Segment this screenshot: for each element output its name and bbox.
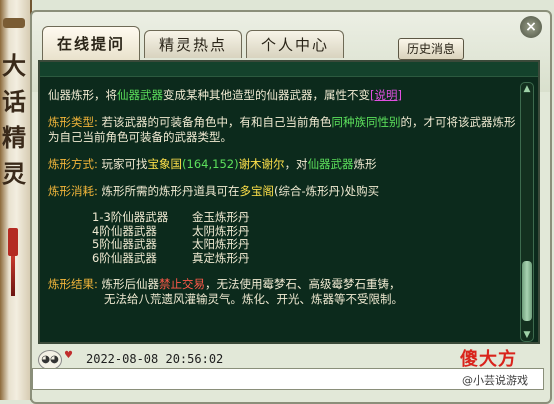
chat-header-strip	[40, 62, 538, 77]
method-text-2: ，对	[284, 157, 308, 171]
method-text: 玩家可找	[101, 157, 148, 171]
method-location-link[interactable]: 宝象国	[148, 157, 183, 171]
consume-shop-link[interactable]: 多宝阁	[240, 184, 275, 198]
scroll-rod-top	[3, 18, 25, 28]
scroll-down-icon[interactable]: ▼	[522, 330, 532, 340]
chat-scrollbar[interactable]: ▲ ▼	[520, 82, 534, 342]
tassel-string	[11, 256, 15, 296]
item-cell: 金玉炼形丹	[192, 210, 250, 224]
answer-consume: 炼形消耗: 炼形所需的炼形丹道具可在多宝阁(综合-炼形丹)处购买	[48, 184, 518, 199]
message-timestamp: 2022-08-08 20:56:02	[86, 352, 224, 366]
answer-result: 炼形结果: 炼形后仙器禁止交易，无法使用霉梦石、高级霉梦石重铸， 无法给八荒遗风…	[48, 277, 518, 307]
consume-text: 炼形所需的炼形丹道具可在	[101, 184, 240, 198]
tier-cell: 6阶仙器武器	[92, 250, 157, 265]
method-npc-link[interactable]: 谢木谢尔	[239, 157, 285, 171]
side-scroll-banner: 大话精灵	[0, 0, 32, 400]
answer-method: 炼形方式: 玩家可找宝象国(164,152)谢木谢尔，对仙器武器炼形	[48, 157, 518, 172]
history-messages-button[interactable]: 历史消息	[398, 38, 464, 60]
result-key: 炼形结果:	[48, 277, 98, 291]
intro-text-2: 变成某种其他造型的仙器武器，属性不变	[163, 88, 370, 102]
result-text-2: ，无法使用霉梦石、高级霉梦石重铸，	[205, 277, 401, 291]
method-key: 炼形方式:	[48, 157, 98, 171]
answer-content: 仙器炼形，将仙器武器变成某种其他造型的仙器武器，属性不变[说明] 炼形类型: 若…	[48, 88, 518, 319]
type-key: 炼形类型:	[48, 115, 98, 129]
tab-personal-center[interactable]: 个人中心	[246, 30, 345, 58]
sprite-avatar-icon: ◕◕	[38, 350, 62, 370]
scroll-title: 大话精灵	[2, 51, 26, 188]
result-text: 炼形后仙器	[101, 277, 160, 291]
tab-online-question[interactable]: 在线提问	[42, 26, 141, 60]
tassel-knot	[8, 228, 18, 256]
method-text-3: 炼形	[353, 157, 377, 171]
type-text: 若该武器的可装备角色中，有和自己当前角色	[101, 115, 332, 129]
item-cell: 真定炼形丹	[192, 250, 250, 265]
result-text-3: 无法给八荒遗风灌输灵气。炼化、开光、炼器等不受限制。	[104, 292, 403, 306]
intro-text: 仙器炼形，将	[48, 88, 117, 102]
scroll-up-icon[interactable]: ▲	[522, 84, 532, 94]
scrollbar-thumb[interactable]	[522, 261, 532, 321]
consume-key: 炼形消耗:	[48, 184, 98, 198]
tier-cell: 1-3阶仙器武器	[92, 210, 169, 224]
consume-text-2: (综合-炼形丹)处购买	[274, 184, 380, 198]
method-coords: (164,152)	[182, 157, 239, 171]
method-highlight: 仙器武器	[307, 157, 354, 171]
table-row: 4阶仙器武器 太阴炼形丹	[92, 223, 250, 239]
table-row: 5阶仙器武器 太阳炼形丹	[92, 237, 250, 252]
answer-type: 炼形类型: 若该武器的可装备角色中，有和自己当前角色同种族同性别的，才可将该武器…	[48, 115, 518, 145]
result-warning: 禁止交易	[159, 277, 206, 291]
table-row: 1-3阶仙器武器 金玉炼形丹	[92, 210, 250, 225]
tab-hot-topics[interactable]: 精灵热点	[144, 30, 243, 58]
tier-cell: 5阶仙器武器	[92, 237, 157, 251]
item-cell: 太阴炼形丹	[192, 223, 250, 238]
chat-panel: 仙器炼形，将仙器武器变成某种其他造型的仙器武器，属性不变[说明] 炼形类型: 若…	[38, 60, 540, 344]
watermark-author: @小芸说游戏	[462, 374, 528, 387]
intro-highlight: 仙器武器	[117, 88, 163, 102]
item-cell: 太阳炼形丹	[192, 237, 250, 251]
watermark-logo: 傻大方	[460, 349, 517, 370]
close-button[interactable]: ×	[520, 16, 542, 38]
tier-cell: 4阶仙器武器	[92, 223, 157, 238]
consume-table: 1-3阶仙器武器 金玉炼形丹 4阶仙器武器 太阴炼形丹 5阶仙器武器 太阳炼形丹 6阶…	[92, 210, 250, 266]
table-row: 6阶仙器武器 真定炼形丹	[92, 250, 250, 266]
type-highlight: 同种族同性别	[331, 115, 401, 129]
explain-link[interactable]: [说明]	[370, 88, 402, 102]
heart-icon: ♥	[64, 350, 73, 361]
answer-intro: 仙器炼形，将仙器武器变成某种其他造型的仙器武器，属性不变[说明]	[48, 88, 518, 103]
